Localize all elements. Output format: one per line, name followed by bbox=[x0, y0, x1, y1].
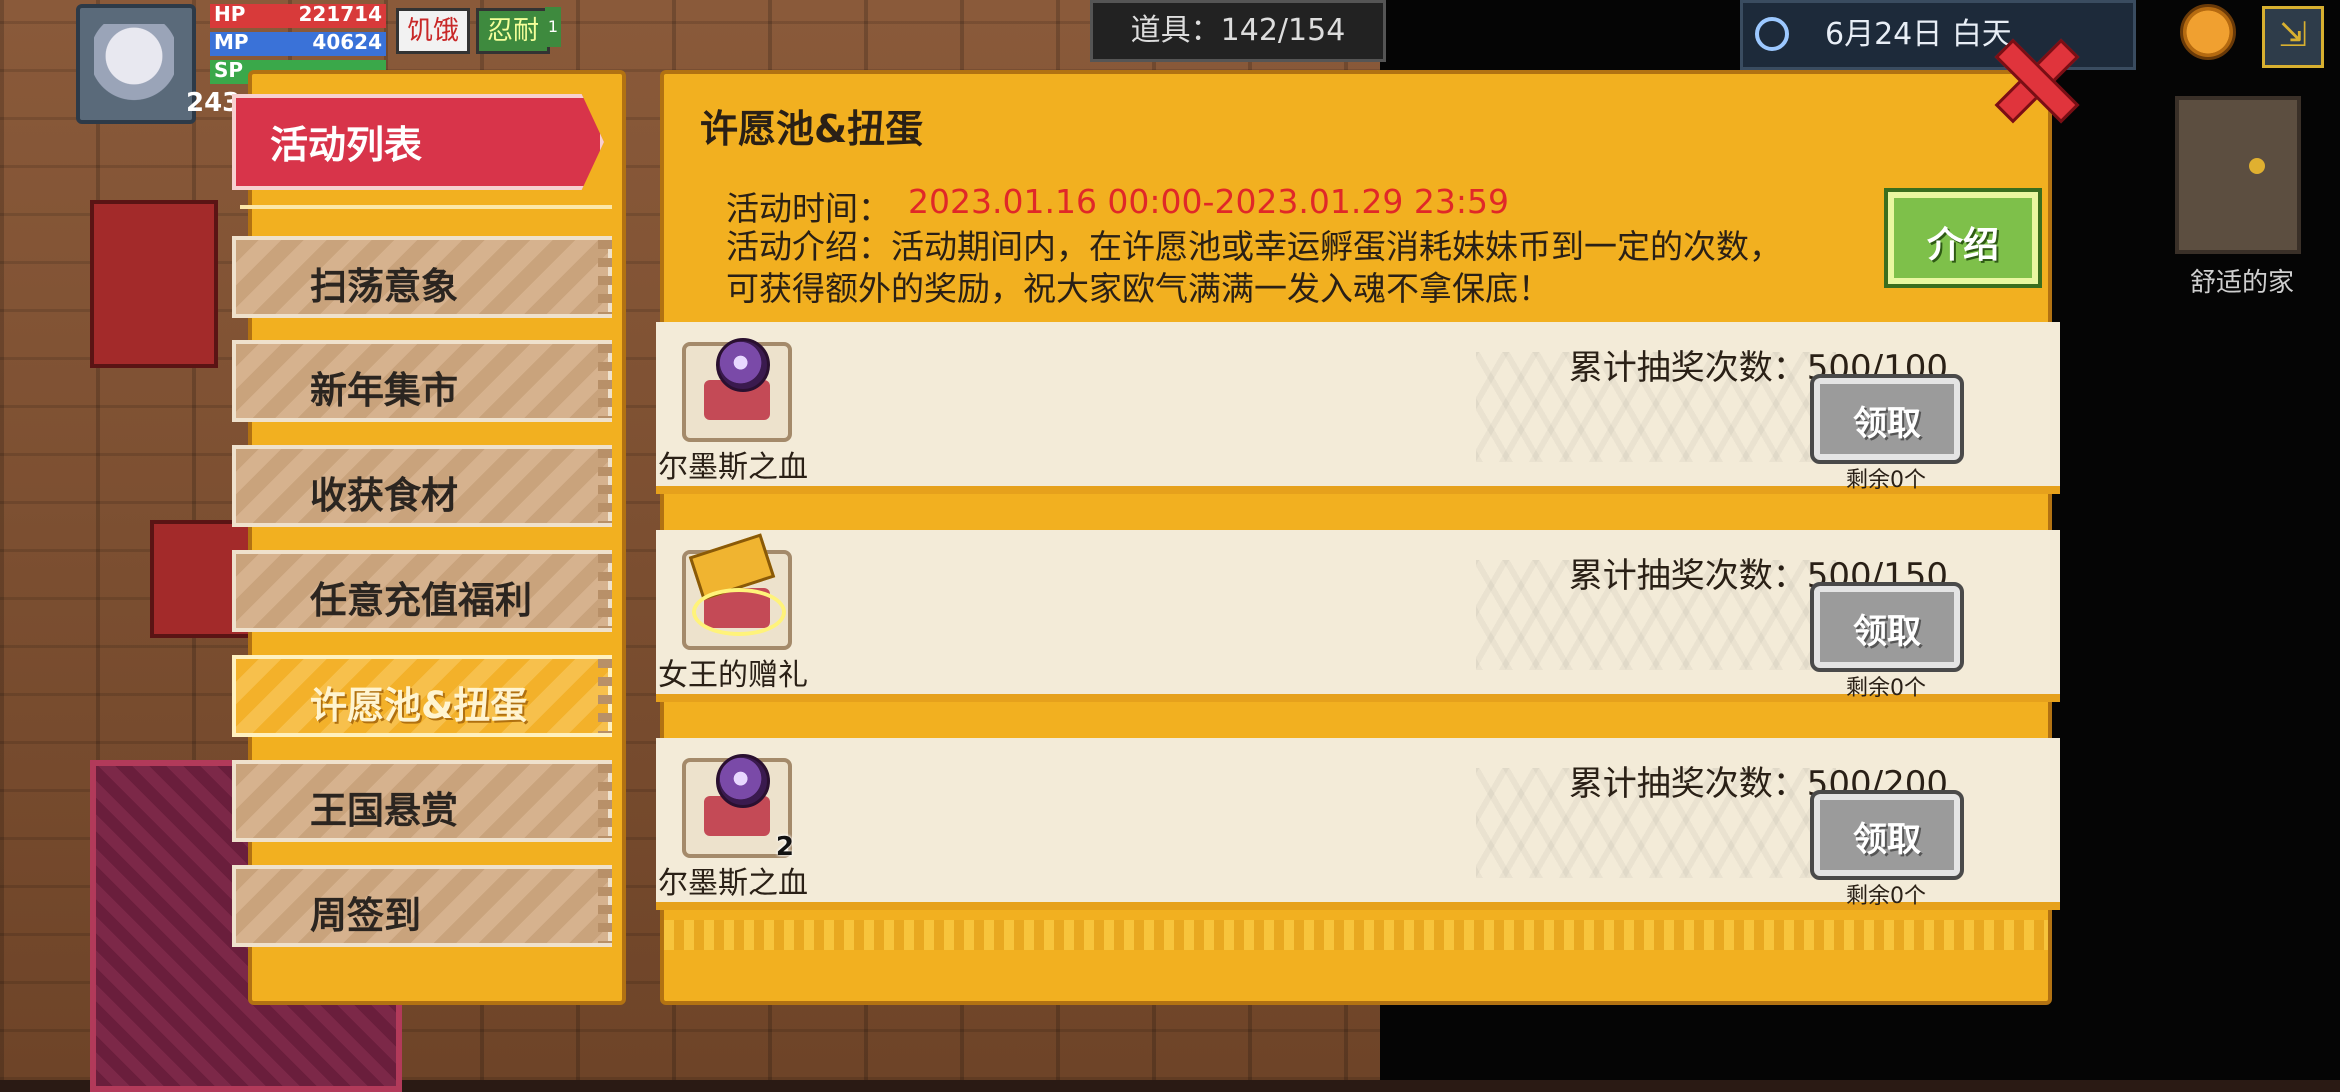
menu-item-label: 周签到 bbox=[310, 894, 421, 937]
exit-icon[interactable]: ⇲ bbox=[2262, 6, 2324, 68]
remaining-count: 剩余0个 bbox=[1846, 676, 1926, 701]
menu-item-new-year-market[interactable]: 新年集市 bbox=[232, 340, 612, 422]
player-avatar[interactable] bbox=[76, 4, 196, 124]
activity-time-label: 活动时间： bbox=[726, 189, 891, 228]
reward-item-slot[interactable] bbox=[682, 533, 792, 650]
hp-value: 221714 bbox=[298, 2, 383, 26]
menu-item-harvest[interactable]: 收获食材 bbox=[232, 445, 612, 527]
remaining-count: 剩余0个 bbox=[1846, 884, 1926, 909]
menu-item-label: 扫荡意象 bbox=[310, 265, 458, 308]
menu-item-label: 王国悬赏 bbox=[310, 789, 458, 832]
potion-orb bbox=[716, 338, 770, 392]
player-position-marker bbox=[2249, 158, 2265, 174]
mp-bar: MP 40624 bbox=[210, 30, 386, 56]
minimap[interactable] bbox=[2175, 96, 2301, 254]
claim-button-label: 领取 bbox=[1853, 612, 1921, 652]
intro-button[interactable]: 介绍 bbox=[1884, 188, 2042, 288]
magic-circle bbox=[692, 588, 786, 636]
activity-description-line: 可获得额外的奖励，祝大家欧气满满一发入魂不拿保底！ bbox=[726, 269, 1551, 308]
claim-button-label: 领取 bbox=[1853, 404, 1921, 444]
reward-item-name: 女王的赠礼 bbox=[658, 658, 808, 693]
activity-time-value: 2023.01.16 00:00-2023.01.29 23:59 bbox=[908, 182, 1509, 221]
mp-label: MP bbox=[214, 30, 249, 54]
hunger-status-badge: 饥饿 bbox=[396, 8, 471, 54]
hp-bar: HP 221714 bbox=[210, 2, 386, 28]
menu-item-recharge-bonus[interactable]: 任意充值福利 bbox=[232, 550, 612, 632]
activity-description-line: 活动介绍：活动期间内，在许愿池或幸运孵蛋消耗妹妹币到一定的次数， bbox=[726, 227, 1782, 266]
panel-bottom-border bbox=[664, 920, 2048, 950]
reward-row: 2 尔墨斯之血 累计抽奖次数：500/200 领取 剩余0个 bbox=[656, 738, 2060, 910]
menu-item-kingdom-bounty[interactable]: 王国悬赏 bbox=[232, 760, 612, 842]
reward-item-slot[interactable] bbox=[682, 338, 792, 442]
potion-orb bbox=[716, 754, 770, 808]
menu-item-sweep[interactable]: 扫荡意象 bbox=[232, 236, 612, 318]
globe-icon[interactable] bbox=[2180, 4, 2236, 60]
menu-item-label: 任意充值福利 bbox=[310, 579, 532, 622]
items-counter[interactable]: 道具：142/154 bbox=[1090, 0, 1386, 62]
menu-item-wishing-well[interactable]: 许愿池&扭蛋 bbox=[232, 655, 612, 737]
activity-description: 活动介绍：活动期间内，在许愿池或幸运孵蛋消耗妹妹币到一定的次数， 可获得额外的奖… bbox=[726, 226, 1866, 310]
activity-list-header: 活动列表 bbox=[232, 94, 604, 190]
remaining-count: 剩余0个 bbox=[1846, 468, 1926, 493]
character-portrait bbox=[94, 24, 174, 104]
endure-status-label: 忍耐 bbox=[487, 16, 540, 46]
menu-item-weekly-signin[interactable]: 周签到 bbox=[232, 865, 612, 947]
reward-item-name: 尔墨斯之血 bbox=[658, 450, 808, 485]
hp-label: HP bbox=[214, 2, 246, 26]
activity-list-title: 活动列表 bbox=[270, 123, 423, 167]
menu-item-label: 新年集市 bbox=[310, 369, 458, 412]
reward-row: 女王的赠礼 累计抽奖次数：500/150 领取 剩余0个 bbox=[656, 530, 2060, 702]
red-armchair bbox=[90, 200, 218, 368]
room-label: 舒适的家 bbox=[2190, 268, 2295, 298]
date-text: 6月24日 白天 bbox=[1825, 3, 2012, 67]
mp-value: 40624 bbox=[312, 30, 382, 54]
date-value: 6月24日 bbox=[1825, 17, 1943, 52]
menu-item-label: 许愿池&扭蛋 bbox=[310, 684, 528, 727]
divider bbox=[240, 205, 612, 209]
sp-label: SP bbox=[214, 58, 244, 82]
reward-item-slot[interactable]: 2 bbox=[682, 754, 794, 862]
claim-button[interactable]: 领取 bbox=[1810, 582, 1964, 672]
reward-item-name: 尔墨斯之血 bbox=[658, 866, 808, 901]
sun-icon bbox=[1755, 17, 1789, 51]
claim-button-label: 领取 bbox=[1853, 820, 1921, 860]
intro-button-label: 介绍 bbox=[1926, 225, 1999, 266]
claim-button[interactable]: 领取 bbox=[1810, 790, 1964, 880]
reward-row: 尔墨斯之血 累计抽奖次数：500/100 领取 剩余0个 bbox=[656, 322, 2060, 494]
activity-title: 许愿池&扭蛋 bbox=[700, 107, 924, 151]
endure-status-badge: 忍耐 1 bbox=[476, 7, 562, 54]
endure-status-count: 1 bbox=[544, 7, 562, 47]
close-icon[interactable] bbox=[1994, 40, 2070, 116]
claim-button[interactable]: 领取 bbox=[1810, 374, 1964, 464]
menu-item-label: 收获食材 bbox=[310, 474, 458, 517]
